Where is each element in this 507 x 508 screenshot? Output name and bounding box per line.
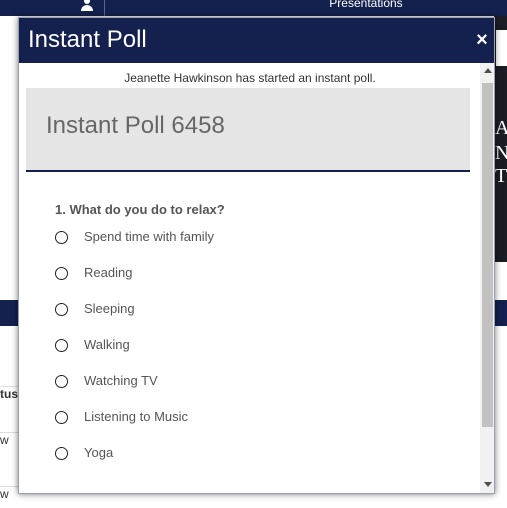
poll-option-label[interactable]: Spend time with family	[84, 228, 214, 246]
close-button[interactable]: ×	[474, 30, 490, 50]
user-icon[interactable]	[81, 0, 93, 11]
app-page: Presentations A N T tus w w Instant Poll…	[0, 0, 507, 508]
radio-button[interactable]	[55, 447, 68, 460]
dialog-header: Instant Poll ×	[19, 18, 494, 63]
poll-option-label[interactable]: Walking	[84, 336, 130, 354]
poll-name: Instant Poll 6458	[46, 112, 225, 139]
poll-option-label[interactable]: Watching TV	[84, 372, 158, 390]
background-banner-letter: T	[495, 165, 507, 187]
poll-option[interactable]: Reading	[55, 264, 455, 284]
radio-button[interactable]	[55, 339, 68, 352]
background-logo	[496, 30, 507, 66]
poll-banner: Instant Poll 6458	[26, 88, 470, 172]
poll-option[interactable]: Sleeping	[55, 300, 455, 320]
scroll-up-arrow-icon[interactable]	[484, 68, 492, 73]
background-banner-letter: N	[495, 142, 507, 164]
nav-presentations[interactable]: Presentations	[300, 0, 432, 10]
instant-poll-dialog: Instant Poll × Jeanette Hawkinson has st…	[18, 17, 495, 494]
radio-button[interactable]	[55, 303, 68, 316]
poll-option[interactable]: Yoga	[55, 444, 455, 464]
poll-option-label[interactable]: Sleeping	[84, 300, 135, 318]
radio-button[interactable]	[55, 231, 68, 244]
dialog-body: Jeanette Hawkinson has started an instan…	[19, 63, 481, 493]
background-banner-letter: A	[495, 117, 507, 139]
dialog-scrollbar[interactable]	[480, 63, 494, 493]
background-table-header: tus	[0, 386, 18, 417]
radio-button[interactable]	[55, 411, 68, 424]
poll-option-label[interactable]: Reading	[84, 264, 132, 282]
poll-option-label[interactable]: Listening to Music	[84, 408, 188, 426]
dialog-title: Instant Poll	[28, 26, 147, 53]
poll-option[interactable]: Listening to Music	[55, 408, 455, 428]
scroll-down-arrow-icon[interactable]	[484, 482, 492, 487]
scrollbar-thumb[interactable]	[482, 83, 493, 427]
poll-started-message: Jeanette Hawkinson has started an instan…	[124, 71, 376, 85]
poll-question: 1. What do you do to relax?	[55, 202, 225, 217]
background-table-cell: w	[0, 432, 18, 463]
radio-button[interactable]	[55, 375, 68, 388]
radio-button[interactable]	[55, 267, 68, 280]
poll-option[interactable]: Spend time with family	[55, 228, 455, 248]
poll-option[interactable]: Watching TV	[55, 372, 455, 392]
background-table-cell: w	[0, 486, 18, 508]
poll-option-label[interactable]: Yoga	[84, 444, 113, 462]
poll-option[interactable]: Walking	[55, 336, 455, 356]
